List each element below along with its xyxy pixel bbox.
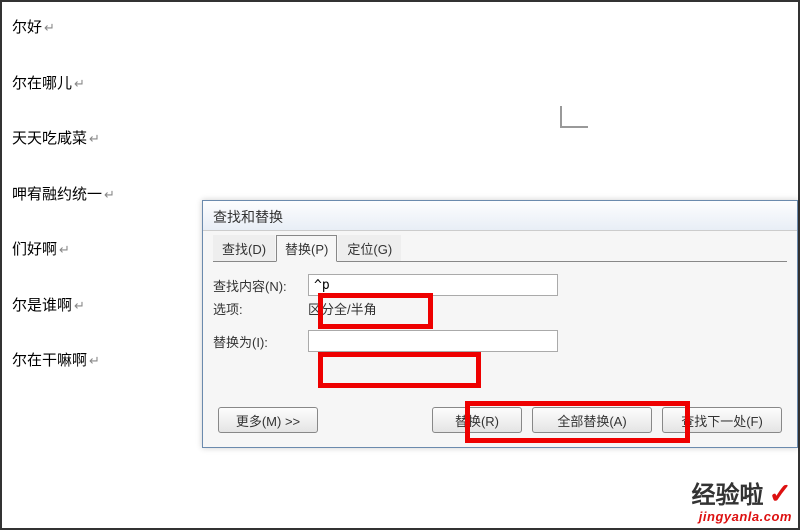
tab-bar: 查找(D) 替换(P) 定位(G) [213, 236, 787, 262]
watermark-title: 经验啦✓ [692, 479, 792, 510]
replace-with-label: 替换为(I): [213, 332, 308, 351]
highlight-replace-box [318, 352, 481, 388]
para-mark-icon: ↵ [74, 298, 85, 313]
options-value: 区分全/半角 [308, 299, 377, 318]
dialog-title: 查找和替换 [203, 201, 797, 231]
para-mark-icon: ↵ [89, 353, 100, 368]
find-what-input[interactable] [308, 274, 558, 296]
para-mark-icon: ↵ [74, 76, 85, 91]
document-area: 尔好↵ 尔在哪儿↵ 天天吃咸菜↵ 呷宥融约统一↵ 们好啊↵ 尔是谁啊↵ 尔在干嘛… [2, 17, 232, 406]
doc-line: 尔在干嘛啊↵ [12, 350, 232, 373]
doc-line: 们好啊↵ [12, 239, 232, 262]
find-what-label: 查找内容(N): [213, 276, 308, 295]
para-mark-icon: ↵ [59, 242, 70, 257]
tab-find[interactable]: 查找(D) [213, 235, 275, 261]
replace-with-row: 替换为(I): [213, 330, 787, 352]
options-label: 选项: [213, 299, 308, 318]
replace-all-button[interactable]: 全部替换(A) [532, 407, 652, 433]
doc-line: 尔在哪儿↵ [12, 73, 232, 96]
check-icon: ✓ [769, 478, 792, 509]
replace-with-input[interactable] [308, 330, 558, 352]
doc-line: 天天吃咸菜↵ [12, 128, 232, 151]
doc-line: 尔好↵ [12, 17, 232, 40]
find-replace-dialog: 查找和替换 查找(D) 替换(P) 定位(G) 查找内容(N): 选项: 区分全… [202, 200, 798, 448]
replace-button[interactable]: 替换(R) [432, 407, 522, 433]
tab-replace[interactable]: 替换(P) [276, 235, 337, 262]
options-row: 选项: 区分全/半角 [213, 299, 787, 318]
para-mark-icon: ↵ [44, 20, 55, 35]
page-margin-corner-icon [560, 106, 588, 128]
dialog-button-row: 更多(M) >> 替换(R) 全部替换(A) 查找下一处(F) [218, 407, 782, 433]
tab-goto[interactable]: 定位(G) [338, 235, 401, 261]
dialog-body: 查找(D) 替换(P) 定位(G) 查找内容(N): 选项: 区分全/半角 替换… [203, 231, 797, 447]
watermark-url: jingyanla.com [692, 510, 792, 524]
find-what-row: 查找内容(N): [213, 274, 787, 296]
doc-line: 呷宥融约统一↵ [12, 184, 232, 207]
para-mark-icon: ↵ [104, 187, 115, 202]
more-button[interactable]: 更多(M) >> [218, 407, 318, 433]
find-next-button[interactable]: 查找下一处(F) [662, 407, 782, 433]
doc-line: 尔是谁啊↵ [12, 295, 232, 318]
watermark: 经验啦✓ jingyanla.com [692, 479, 792, 524]
para-mark-icon: ↵ [89, 131, 100, 146]
window-frame: 尔好↵ 尔在哪儿↵ 天天吃咸菜↵ 呷宥融约统一↵ 们好啊↵ 尔是谁啊↵ 尔在干嘛… [0, 0, 800, 530]
